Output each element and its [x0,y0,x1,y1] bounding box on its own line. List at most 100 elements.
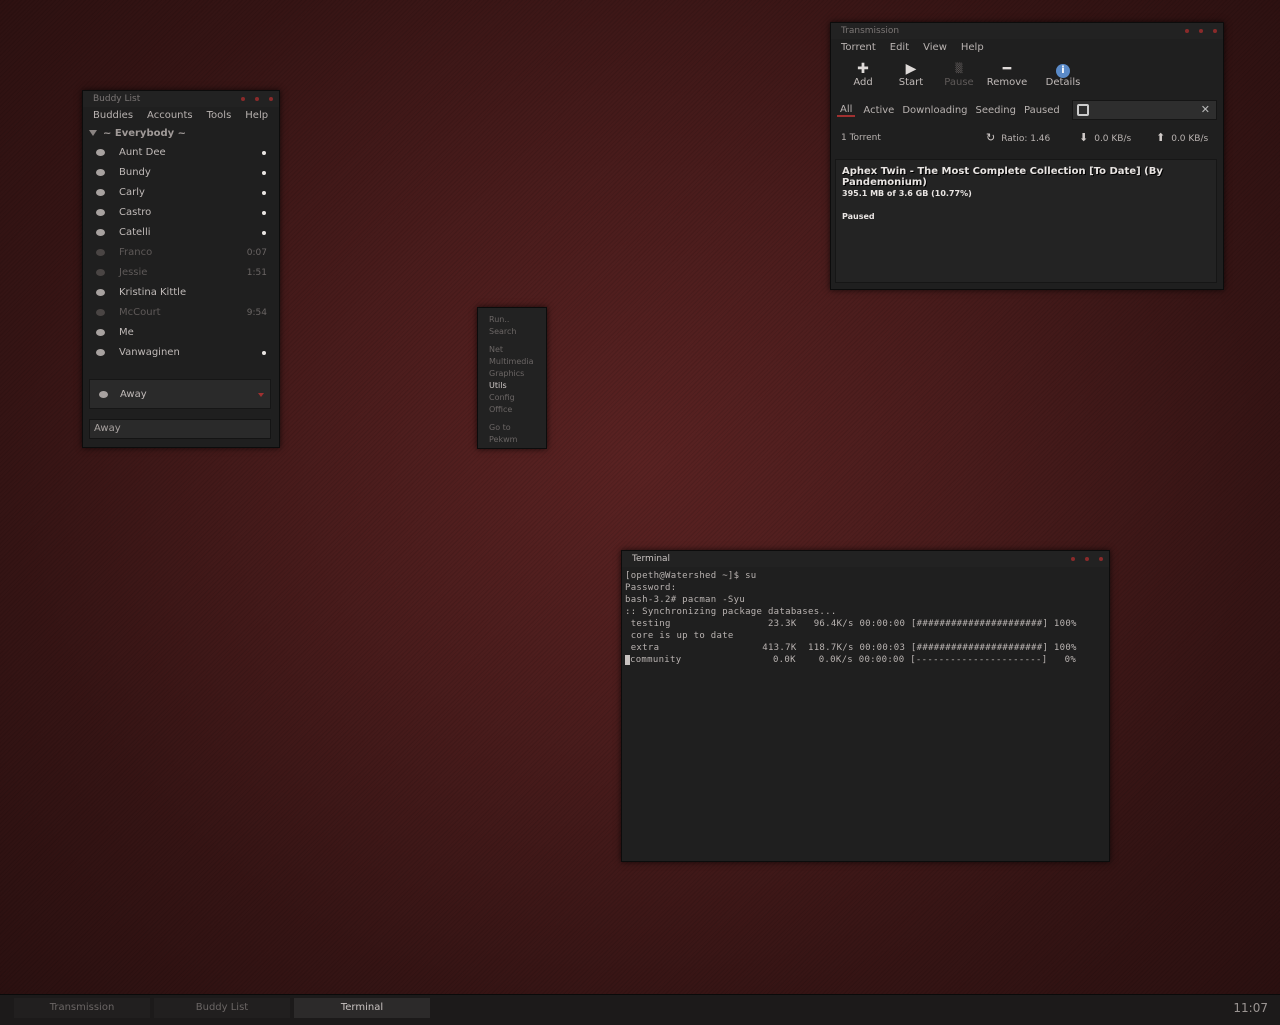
buddy-name: Catelli [119,227,151,238]
start-button[interactable]: ▶ Start [887,57,935,99]
transmission-window: Transmission Torrent Edit View Help ✚ Add… [830,22,1224,290]
remove-button[interactable]: ━ Remove [983,57,1031,99]
filter-active[interactable]: Active [863,105,894,116]
expand-triangle-icon[interactable] [89,130,97,136]
buddy-list-titlebar[interactable]: Buddy List [83,91,279,107]
menu-help[interactable]: Help [245,107,268,125]
pause-icon: ▒ [955,64,963,74]
online-dot-icon [262,211,266,215]
filter-downloading[interactable]: Downloading [902,105,967,116]
maximize-button[interactable] [1085,557,1089,561]
window-title: Buddy List [93,94,141,104]
search-input[interactable]: ✕ [1071,100,1217,120]
menu-tools[interactable]: Tools [207,107,232,125]
chat-bubble-icon [96,209,105,216]
minimize-button[interactable] [241,97,245,101]
terminal-window: Terminal [opeth@Watershed ~]$ su Password… [621,550,1110,862]
maximize-button[interactable] [255,97,259,101]
group-header[interactable]: ~ Everybody ~ [83,125,279,143]
task-buddy-list[interactable]: Buddy List [154,998,290,1018]
chat-bubble-icon [96,309,105,316]
terminal-line: [opeth@Watershed ~]$ su [625,571,757,581]
buddy-row[interactable]: Carly [83,183,279,203]
stats-bar: 1 Torrent ↻ Ratio: 1.46 ⬇ 0.0 KB/s ⬆ 0.0 KB… [831,127,1223,149]
details-button[interactable]: i Details [1031,57,1095,99]
idle-time: 1:51 [246,268,267,278]
menu-item-multimedia[interactable]: Multimedia [478,356,546,368]
away-message-input[interactable]: Away [89,419,271,439]
clear-icon[interactable]: ✕ [1201,103,1210,116]
buddy-list-window: Buddy List Buddies Accounts Tools Help ~… [82,90,280,448]
window-title: Transmission [841,26,900,36]
plus-icon: ✚ [857,61,869,77]
torrent-name: Aphex Twin - The Most Complete Collectio… [842,166,1163,188]
menu-item-search[interactable]: Search [478,326,546,338]
buddy-name: Kristina Kittle [119,287,187,298]
close-button[interactable] [269,97,273,101]
buddy-row[interactable]: Me [83,323,279,343]
menu-item-config[interactable]: Config [478,392,546,404]
menu-view[interactable]: View [923,39,947,57]
menu-buddies[interactable]: Buddies [93,107,133,125]
refresh-icon[interactable]: ↻ [986,131,995,144]
filter-paused[interactable]: Paused [1024,105,1060,116]
online-dot-icon [262,231,266,235]
torrent-item[interactable]: Aphex Twin - The Most Complete Collectio… [842,166,1210,221]
menu-item-net[interactable]: Net [478,344,546,356]
menu-accounts[interactable]: Accounts [147,107,193,125]
filter-all[interactable]: All [837,104,856,117]
chat-bubble-icon [96,349,105,356]
terminal-titlebar[interactable]: Terminal [622,551,1109,567]
chat-bubble-icon [99,391,108,398]
close-button[interactable] [1099,557,1103,561]
filter-seeding[interactable]: Seeding [976,105,1016,116]
buddy-row[interactable]: Vanwaginen [83,343,279,363]
task-terminal[interactable]: Terminal [294,998,430,1018]
pause-button[interactable]: ▒ Pause [935,57,983,99]
buddy-row[interactable]: Kristina Kittle [83,283,279,303]
buddy-name: Jessie [119,267,148,278]
buddy-row[interactable]: Bundy [83,163,279,183]
filter-bar: All Active Downloading Seeding Paused ✕ [837,99,1217,121]
buddy-name: Vanwaginen [119,347,180,358]
search-icon [1076,104,1089,116]
menu-torrent[interactable]: Torrent [841,39,876,57]
terminal-output[interactable]: [opeth@Watershed ~]$ su Password: bash-3.2… [622,567,1109,669]
idle-time: 0:07 [246,248,267,258]
menu-item-run[interactable]: Run.. [478,314,546,326]
buddy-row[interactable]: Jessie 1:51 [83,263,279,283]
download-arrow-icon: ⬇ [1079,131,1089,144]
buddy-row[interactable]: Franco 0:07 [83,243,279,263]
chat-bubble-icon [96,189,105,196]
minimize-button[interactable] [1185,29,1189,33]
online-dot-icon [262,191,266,195]
buddy-name: Carly [119,187,145,198]
buddy-row[interactable]: Aunt Dee [83,143,279,163]
menu-item-graphics[interactable]: Graphics [478,368,546,380]
buddy-row[interactable]: Catelli [83,223,279,243]
minimize-button[interactable] [1071,557,1075,561]
maximize-button[interactable] [1199,29,1203,33]
taskbar: Transmission Buddy List Terminal 11:07 [0,994,1280,1025]
online-dot-icon [262,171,266,175]
menu-item-utils[interactable]: Utils [478,380,546,392]
menu-help[interactable]: Help [961,39,984,57]
transmission-titlebar[interactable]: Transmission [831,23,1223,39]
pause-label: Pause [944,77,974,88]
buddy-rows: Aunt Dee Bundy Carly Castro Catelli Fran… [83,143,279,363]
task-transmission[interactable]: Transmission [14,998,150,1018]
menu-item-office[interactable]: Office [478,404,546,416]
terminal-line: testing 23.3K 96.4K/s 00:00:00 [########… [625,619,1077,629]
group-name: ~ Everybody ~ [103,128,187,139]
status-selector[interactable]: Away [89,379,271,409]
buddy-row[interactable]: Castro [83,203,279,223]
buddy-row[interactable]: McCourt 9:54 [83,303,279,323]
menu-item-goto[interactable]: Go to [478,422,546,434]
menu-edit[interactable]: Edit [890,39,909,57]
chat-bubble-icon [96,229,105,236]
menu-item-pekwm[interactable]: Pekwm [478,434,546,446]
add-button[interactable]: ✚ Add [839,57,887,99]
close-button[interactable] [1213,29,1217,33]
terminal-line: core is up to date [625,631,734,641]
terminal-line: community 0.0K 0.0K/s 00:00:00 [--------… [630,655,1077,665]
